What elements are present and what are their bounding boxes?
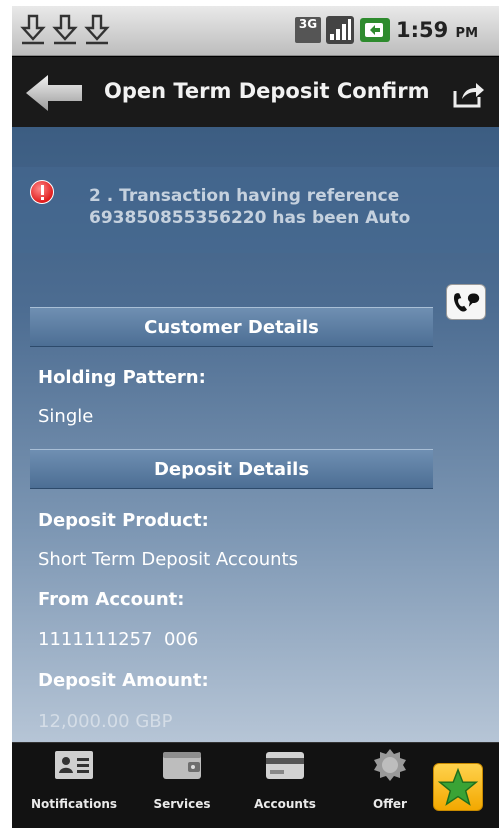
page-title: Open Term Deposit Confirm	[104, 79, 430, 103]
phone-screen: 3G 1:59 PM Open Term Deposit Confirm 2 .…	[12, 6, 499, 828]
from-account-label: From Account:	[38, 589, 185, 610]
title-bar: Open Term Deposit Confirm	[12, 57, 499, 127]
bottom-navigation: Notifications Services Accounts Offer	[12, 742, 499, 828]
download-icon	[84, 14, 110, 46]
signal-icon	[326, 16, 354, 44]
deposit-product-label: Deposit Product:	[38, 510, 209, 531]
alert-icon	[30, 180, 54, 204]
status-bar: 3G 1:59 PM	[12, 6, 499, 56]
nav-item-notifications[interactable]: Notifications	[24, 743, 124, 828]
favorite-button[interactable]	[433, 763, 483, 811]
holding-pattern-label: Holding Pattern:	[38, 367, 206, 388]
from-account-value: 1111111257 006	[38, 629, 199, 650]
nav-item-services[interactable]: Services	[137, 743, 227, 828]
back-button[interactable]	[24, 73, 84, 113]
message-line: 693850855356220 has been Auto	[89, 208, 411, 228]
content-area: 2 . Transaction having reference 6938508…	[12, 127, 499, 742]
nav-label: Accounts	[254, 797, 316, 811]
nav-label: Offer	[373, 797, 407, 811]
download-icon	[20, 14, 46, 46]
nav-item-accounts[interactable]: Accounts	[240, 743, 330, 828]
call-button[interactable]	[446, 284, 486, 320]
nav-label: Notifications	[30, 797, 118, 811]
clock-time: 1:59	[396, 18, 449, 42]
wallet-icon	[163, 752, 201, 779]
message-line: 2 . Transaction having reference	[89, 186, 400, 206]
nav-label: Services	[153, 797, 211, 811]
deposit-details-header: Deposit Details	[30, 449, 433, 489]
clock-ampm: PM	[455, 26, 479, 41]
battery-icon	[360, 18, 390, 42]
message-text: 2 . Transaction having reference 6938508…	[89, 185, 489, 229]
nav-item-offer[interactable]: Offer	[350, 743, 430, 828]
clock: 1:59 PM	[396, 18, 478, 42]
star-icon	[437, 767, 479, 806]
deposit-product-value: Short Term Deposit Accounts	[38, 549, 298, 570]
network-3g-icon: 3G	[295, 17, 321, 43]
phone-call-icon	[453, 293, 480, 312]
holding-pattern-value: Single	[38, 406, 94, 427]
gear-badge-icon	[374, 749, 406, 781]
share-button[interactable]	[452, 79, 486, 109]
customer-details-header: Customer Details	[30, 307, 433, 347]
deposit-amount-label: Deposit Amount:	[38, 670, 209, 691]
deposit-amount-value: 12,000.00 GBP	[38, 711, 173, 732]
download-icon	[52, 14, 78, 46]
credit-card-icon	[266, 752, 304, 779]
back-arrow-icon	[26, 75, 82, 111]
contact-card-icon	[55, 751, 93, 779]
share-icon	[453, 83, 484, 108]
